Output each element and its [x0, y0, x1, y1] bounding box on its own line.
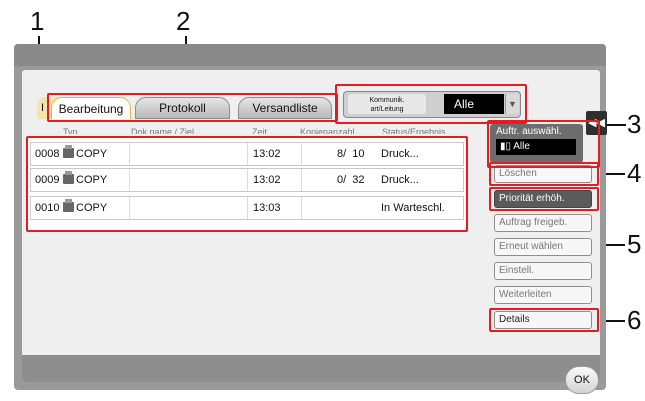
job-time: 13:02: [253, 174, 281, 186]
column-header-copies: Kopienanzahl: [300, 127, 355, 134]
tab-bearbeitung[interactable]: Bearbeitung: [51, 97, 131, 119]
job-type: COPY: [63, 171, 108, 186]
callout-4: 4: [627, 158, 642, 188]
job-copies: 8/ 10: [337, 148, 365, 160]
chevron-down-icon[interactable]: ▼: [505, 94, 519, 114]
tab-versandliste[interactable]: Versandliste: [238, 97, 332, 119]
job-copies: 0/ 32: [337, 174, 365, 186]
copy-icon: [63, 171, 74, 184]
column-header-status: Status/Ergebnis: [382, 127, 446, 134]
priority-button[interactable]: Priorität erhöh.: [494, 190, 592, 208]
job-status: Druck...: [381, 148, 419, 160]
job-type: COPY: [63, 145, 108, 160]
job-id: 0010: [35, 202, 60, 214]
table-row[interactable]: 0008 COPY 13:02 8/ 10 Druck...: [30, 142, 464, 166]
callout-6: 6: [627, 305, 642, 335]
job-id: 0008: [35, 148, 60, 160]
comm-filter-select[interactable]: Alle: [444, 94, 504, 114]
job-status: Druck...: [381, 174, 419, 186]
job-id: 0009: [35, 174, 60, 186]
copy-icon: [63, 199, 74, 212]
comm-filter-label: Kommunik. art/Leitung: [348, 94, 426, 114]
details-button[interactable]: Details: [494, 311, 592, 329]
leader-line-3: [606, 124, 626, 126]
job-time: 13:03: [253, 202, 281, 214]
callout-5: 5: [627, 229, 642, 259]
table-row[interactable]: 0010 COPY 13:03 In Warteschl.: [30, 196, 464, 220]
reselect-button[interactable]: Erneut wählen: [494, 238, 592, 256]
delete-button[interactable]: Löschen: [494, 165, 592, 183]
job-type: COPY: [63, 199, 108, 214]
column-header-type: Typ: [63, 127, 78, 134]
table-row[interactable]: 0009 COPY 13:02 0/ 32 Druck...: [30, 168, 464, 192]
callout-1: 1: [30, 6, 45, 36]
job-status: In Warteschl.: [381, 202, 445, 214]
job-select-dropdown[interactable]: ▮▯ Alle: [496, 139, 576, 155]
job-type-label: COPY: [76, 174, 108, 186]
copy-icon: ▮▯: [500, 141, 514, 152]
panel-top-bar: [14, 44, 606, 66]
column-header-time: Zeit: [252, 127, 268, 134]
column-header-name: Dok.name / Ziel: [131, 127, 195, 134]
screen-bottom-bar: [22, 355, 600, 382]
copy-icon: [63, 145, 74, 158]
forward-button[interactable]: Weiterleiten: [494, 286, 592, 304]
settings-button[interactable]: Einstell.: [494, 262, 592, 280]
release-job-button[interactable]: Auftrag freigeb.: [494, 214, 592, 232]
job-select-value: Alle: [513, 141, 530, 152]
job-select-label: Auftr. auswähl.: [496, 126, 562, 137]
double-chevron-left-icon[interactable]: ◀◀: [586, 111, 607, 135]
job-time: 13:02: [253, 148, 281, 160]
callout-2: 2: [176, 6, 191, 36]
job-type-label: COPY: [76, 148, 108, 160]
callout-3: 3: [627, 109, 642, 139]
job-type-label: COPY: [76, 202, 108, 214]
tab-protokoll[interactable]: Protokoll: [135, 97, 230, 119]
ok-button[interactable]: OK: [565, 366, 599, 394]
